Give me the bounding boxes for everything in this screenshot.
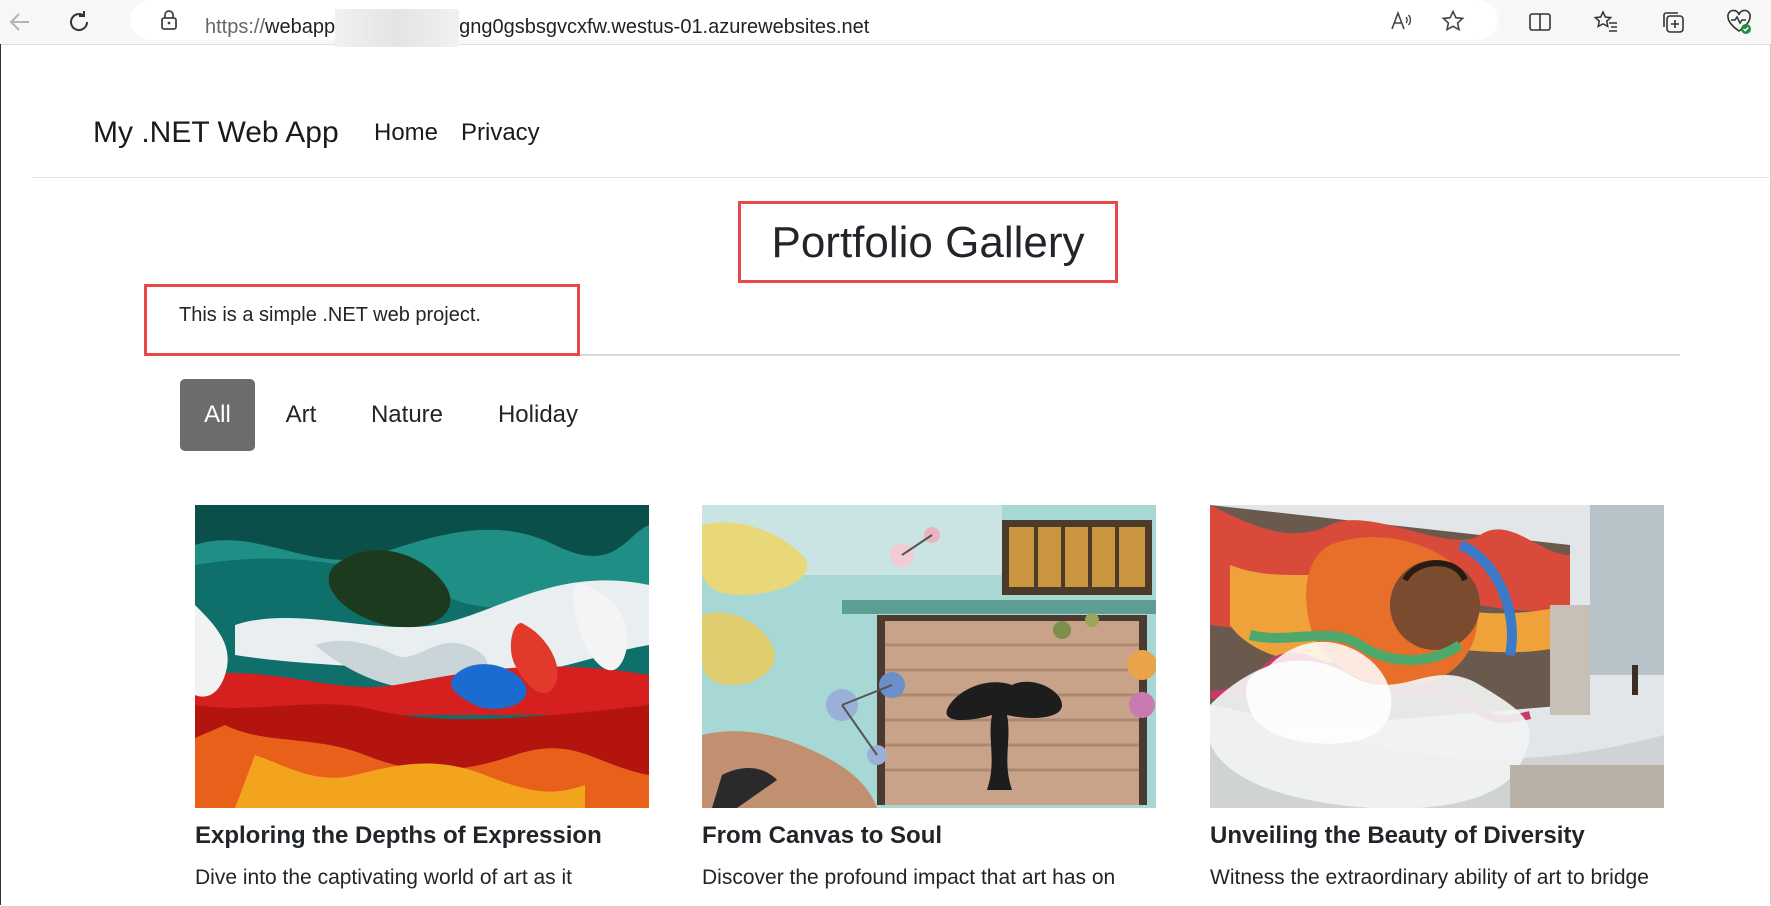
- browser-essentials-icon[interactable]: [1723, 6, 1755, 38]
- page-description: This is a simple .NET web project.: [179, 304, 481, 326]
- favorite-icon[interactable]: [1440, 8, 1466, 34]
- favorites-icon[interactable]: [1590, 6, 1622, 38]
- description-highlight-box: This is a simple .NET web project.: [144, 284, 580, 356]
- section-divider: [580, 354, 1680, 356]
- card-text: Discover the profound impact that art ha…: [702, 866, 1116, 889]
- filter-button-art[interactable]: Art: [268, 379, 334, 451]
- nav-link-privacy[interactable]: Privacy: [461, 119, 540, 147]
- read-aloud-icon[interactable]: [1388, 8, 1414, 34]
- street-mural-garage-image[interactable]: [702, 505, 1156, 808]
- url-text: https://webapp gng0gsbsgvcxfw.westus-01.a…: [205, 9, 869, 47]
- address-bar[interactable]: https://webapp gng0gsbsgvcxfw.westus-01.a…: [130, 0, 1498, 47]
- page-title: Portfolio Gallery: [771, 218, 1085, 267]
- gallery-card[interactable]: Exploring the Depths of Expression Dive …: [195, 505, 649, 893]
- card-title[interactable]: Exploring the Depths of Expression: [195, 822, 649, 850]
- split-screen-icon[interactable]: [1524, 6, 1556, 38]
- abstract-painting-image[interactable]: [195, 505, 649, 808]
- title-highlight-box: Portfolio Gallery: [738, 201, 1118, 283]
- refresh-icon[interactable]: [63, 6, 95, 38]
- collections-icon[interactable]: [1657, 6, 1689, 38]
- card-title[interactable]: Unveiling the Beauty of Diversity: [1210, 822, 1664, 850]
- card-text: Witness the extraordinary ability of art…: [1210, 866, 1649, 889]
- filter-button-nature[interactable]: Nature: [357, 379, 457, 451]
- browser-toolbar: https://webapp gng0gsbsgvcxfw.westus-01.a…: [0, 0, 1771, 47]
- filter-button-all[interactable]: All: [180, 379, 255, 451]
- back-icon[interactable]: [4, 6, 36, 38]
- redacted-segment: [335, 9, 460, 47]
- lock-icon[interactable]: [158, 9, 180, 31]
- gallery-card[interactable]: Unveiling the Beauty of Diversity Witnes…: [1210, 505, 1664, 893]
- filter-button-holiday[interactable]: Holiday: [482, 379, 594, 451]
- gallery-card[interactable]: From Canvas to Soul Discover the profoun…: [702, 505, 1156, 893]
- nav-link-home[interactable]: Home: [374, 119, 438, 147]
- navbar-brand[interactable]: My .NET Web App: [93, 116, 339, 150]
- card-text: Dive into the captivating world of art a…: [195, 866, 573, 889]
- card-title[interactable]: From Canvas to Soul: [702, 822, 1156, 850]
- site-navbar: My .NET Web App Home Privacy: [32, 44, 1771, 178]
- street-mural-steam-image[interactable]: [1210, 505, 1664, 808]
